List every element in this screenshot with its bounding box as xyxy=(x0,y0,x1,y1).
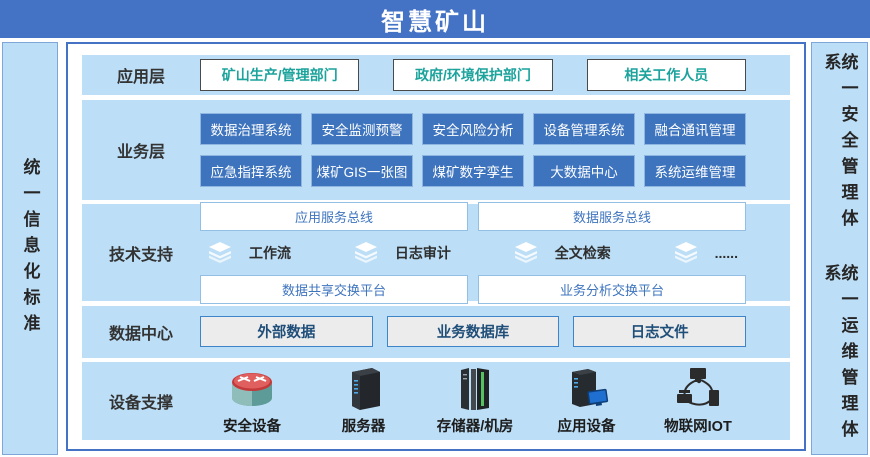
middleware-row: 工作流 日志审计 xyxy=(200,239,746,267)
application-layer-row: 应用层 矿山生产/管理部门 政府/环境保护部门 相关工作人员 xyxy=(82,55,790,95)
data-sharing-platform-bar: 数据共享交换平台 xyxy=(200,275,468,304)
data-center-layer-row: 数据中心 外部数据 业务数据库 日志文件 xyxy=(82,306,790,358)
application-box-government-env: 政府/环境保护部门 xyxy=(393,59,552,91)
right-pillar-text-ops: 统一运维管理体系 xyxy=(823,264,857,455)
iot-icon xyxy=(673,366,723,412)
device-item-server: 服务器 xyxy=(312,366,416,436)
smart-mine-architecture-diagram: 智慧矿山 统一信息化标准 应用层 矿山生产/管理部门 政府/环境保护部门 相关工… xyxy=(0,0,870,457)
middleware-label: 工作流 xyxy=(249,243,291,263)
device-support-label: 设备支撑 xyxy=(82,389,200,413)
business-layer-row: 业务层 数据治理系统 安全监测预警 安全风险分析 设备管理系统 融合通讯管理 应… xyxy=(82,100,790,200)
data-service-bus-bar: 数据服务总线 xyxy=(478,202,746,231)
business-box-system-ops: 系统运维管理 xyxy=(644,155,746,187)
business-analysis-platform-bar: 业务分析交换平台 xyxy=(478,275,746,304)
device-label: 存储器/机房 xyxy=(437,415,514,436)
page-title: 智慧矿山 xyxy=(381,2,489,37)
business-box-big-data-center: 大数据中心 xyxy=(533,155,635,187)
layers-icon xyxy=(674,242,698,263)
business-box-safety-monitoring: 安全监测预警 xyxy=(311,113,413,145)
application-box-mine-production: 矿山生产/管理部门 xyxy=(200,59,359,91)
device-item-iot: 物联网IOT xyxy=(646,366,750,436)
data-center-content: 外部数据 业务数据库 日志文件 xyxy=(200,316,790,347)
middleware-log-audit: 日志审计 xyxy=(354,242,451,263)
middleware-label: 日志审计 xyxy=(395,243,451,263)
firewall-icon xyxy=(226,366,278,412)
application-layer-label: 应用层 xyxy=(82,63,200,87)
app-device-icon xyxy=(564,366,610,412)
device-item-storage: 存储器/机房 xyxy=(423,366,527,436)
device-support-layer-row: 设备支撑 xyxy=(82,362,790,440)
data-box-business-database: 业务数据库 xyxy=(387,316,560,347)
business-box-communication-management: 融合通讯管理 xyxy=(644,113,746,145)
left-pillar-information-standard: 统一信息化标准 xyxy=(2,42,58,455)
title-banner: 智慧矿山 xyxy=(0,0,870,38)
business-row-2: 应急指挥系统 煤矿GIS一张图 煤矿数字孪生 大数据中心 系统运维管理 xyxy=(200,155,746,187)
device-label: 服务器 xyxy=(342,415,386,436)
device-label: 应用设备 xyxy=(558,415,616,436)
device-label: 物联网IOT xyxy=(664,415,732,436)
business-box-digital-twin: 煤矿数字孪生 xyxy=(422,155,524,187)
business-row-1: 数据治理系统 安全监测预警 安全风险分析 设备管理系统 融合通讯管理 xyxy=(200,113,746,145)
right-pillar-management-systems: 统一安全管理体系 统一运维管理体系 xyxy=(811,42,868,455)
service-bus-row: 应用服务总线 数据服务总线 xyxy=(200,202,746,231)
middleware-label: ...... xyxy=(715,245,738,261)
right-pillar-text-security: 统一安全管理体系 xyxy=(823,53,857,244)
layers-icon xyxy=(354,242,378,263)
business-box-equipment-management: 设备管理系统 xyxy=(533,113,635,145)
tech-support-content: 应用服务总线 数据服务总线 工作流 xyxy=(200,202,790,304)
diagram-body: 统一信息化标准 应用层 矿山生产/管理部门 政府/环境保护部门 相关工作人员 业… xyxy=(0,42,870,457)
device-item-security: 安全设备 xyxy=(200,366,304,436)
middleware-workflow: 工作流 xyxy=(208,242,291,263)
tech-support-label: 技术支持 xyxy=(82,241,200,265)
data-box-external-data: 外部数据 xyxy=(200,316,373,347)
app-service-bus-bar: 应用服务总线 xyxy=(200,202,468,231)
business-layer-content: 数据治理系统 安全监测预警 安全风险分析 设备管理系统 融合通讯管理 应急指挥系… xyxy=(200,113,790,187)
business-box-data-governance: 数据治理系统 xyxy=(200,113,302,145)
device-item-application: 应用设备 xyxy=(535,366,639,436)
main-panel: 应用层 矿山生产/管理部门 政府/环境保护部门 相关工作人员 业务层 数据治理系… xyxy=(66,42,806,451)
application-layer-content: 矿山生产/管理部门 政府/环境保护部门 相关工作人员 xyxy=(200,59,790,91)
application-box-related-staff: 相关工作人员 xyxy=(587,59,746,91)
device-label: 安全设备 xyxy=(223,415,281,436)
middleware-fulltext-search: 全文检索 xyxy=(514,242,611,263)
business-layer-label: 业务层 xyxy=(82,138,200,162)
business-box-gis-map: 煤矿GIS一张图 xyxy=(311,155,413,187)
server-icon xyxy=(344,366,384,412)
device-support-content: 安全设备 xyxy=(200,366,790,436)
platform-row: 数据共享交换平台 业务分析交换平台 xyxy=(200,275,746,304)
middleware-label: 全文检索 xyxy=(555,243,611,263)
layers-icon xyxy=(208,242,232,263)
data-box-log-files: 日志文件 xyxy=(573,316,746,347)
data-center-label: 数据中心 xyxy=(82,320,200,344)
storage-icon xyxy=(455,366,495,412)
layers-icon xyxy=(514,242,538,263)
middleware-ellipsis: ...... xyxy=(674,242,738,263)
tech-support-layer-row: 技术支持 应用服务总线 数据服务总线 工作流 xyxy=(82,204,790,301)
business-box-risk-analysis: 安全风险分析 xyxy=(422,113,524,145)
left-pillar-text: 统一信息化标准 xyxy=(22,158,39,340)
business-box-emergency-command: 应急指挥系统 xyxy=(200,155,302,187)
